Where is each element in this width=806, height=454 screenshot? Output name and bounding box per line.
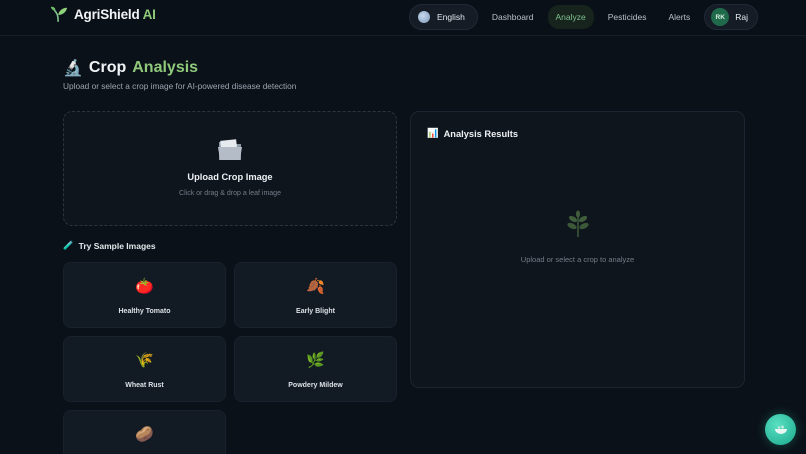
user-menu[interactable]: RK Raj xyxy=(704,4,758,30)
main-nav: English Dashboard Analyze Pesticides Ale… xyxy=(409,4,758,30)
brand-name: AgriShield AI xyxy=(74,6,156,22)
sample-label: Wheat Rust xyxy=(125,382,164,389)
language-selector[interactable]: English xyxy=(409,4,478,30)
page-title-main: Crop xyxy=(88,59,127,76)
page-subtitle: Upload or select a crop image for AI-pow… xyxy=(63,81,297,91)
upload-title: Upload Crop Image xyxy=(187,172,273,182)
nav-link-pesticides[interactable]: Pesticides xyxy=(600,5,655,29)
bowl-icon xyxy=(774,425,787,434)
globe-icon xyxy=(418,11,431,23)
results-heading: 📊 Analysis Results xyxy=(427,128,518,139)
user-name: Raj xyxy=(735,12,748,22)
sample-powdery-mildew[interactable]: 🌿 Powdery Mildew xyxy=(234,336,397,402)
herb-icon: 🌿 xyxy=(306,352,325,369)
results-heading-label: Analysis Results xyxy=(443,128,518,139)
upload-dropzone[interactable]: Upload Crop Image Click or drag & drop a… xyxy=(63,111,397,226)
top-navbar: AgriShield AI English Dashboard Analyze … xyxy=(0,0,806,36)
samples-heading: 🧪 Try Sample Images xyxy=(63,240,156,251)
fallen-leaf-icon: 🍂 xyxy=(306,278,325,295)
language-label: English xyxy=(437,12,465,22)
sprout-icon xyxy=(50,6,68,23)
upload-hint: Click or drag & drop a leaf image xyxy=(179,190,281,197)
nav-link-analyze[interactable]: Analyze xyxy=(547,5,594,29)
chat-assistant-button[interactable] xyxy=(765,414,796,445)
samples-heading-label: Try Sample Images xyxy=(78,240,156,251)
folder-icon xyxy=(218,139,242,160)
page-title: 🔬 Crop Analysis xyxy=(63,58,198,78)
test-tube-icon: 🧪 xyxy=(63,240,74,250)
sample-healthy-tomato[interactable]: 🍅 Healthy Tomato xyxy=(63,262,226,328)
page-title-accent: Analysis xyxy=(132,59,199,76)
avatar: RK xyxy=(711,8,730,26)
microscope-icon: 🔬 xyxy=(63,60,83,77)
bar-chart-icon: 📊 xyxy=(427,128,439,138)
nav-link-alerts[interactable]: Alerts xyxy=(661,5,699,29)
wheat-icon: 🌾 xyxy=(135,352,154,369)
tomato-icon: 🍅 xyxy=(135,278,154,295)
nav-link-dashboard[interactable]: Dashboard xyxy=(484,5,542,29)
brand-logo[interactable]: AgriShield AI xyxy=(50,5,156,23)
sample-label: Powdery Mildew xyxy=(288,382,343,389)
sample-potato[interactable]: 🥔 xyxy=(63,410,226,454)
analysis-results-panel: 📊 Analysis Results Upload or select a cr… xyxy=(410,111,745,388)
sample-wheat-rust[interactable]: 🌾 Wheat Rust xyxy=(63,336,226,402)
sample-label: Early Blight xyxy=(296,308,335,315)
potato-icon: 🥔 xyxy=(135,426,154,443)
sample-label: Healthy Tomato xyxy=(118,308,171,315)
results-empty-text: Upload or select a crop to analyze xyxy=(520,255,635,264)
herb-icon xyxy=(567,210,589,238)
sample-early-blight[interactable]: 🍂 Early Blight xyxy=(234,262,397,328)
